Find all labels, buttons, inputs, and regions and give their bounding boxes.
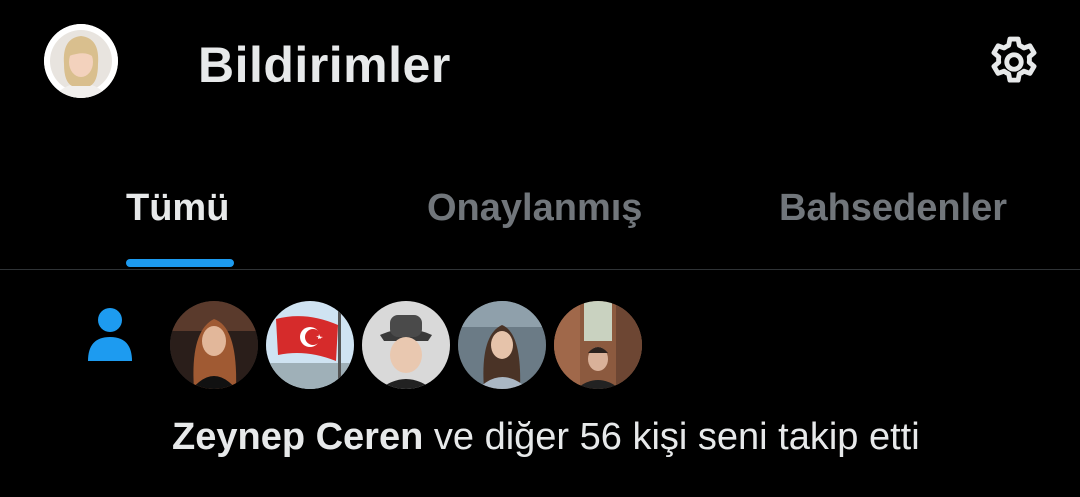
active-tab-indicator xyxy=(126,259,234,267)
profile-avatar[interactable] xyxy=(44,24,118,98)
tab-bar: Tümü Onaylanmış Bahsedenler xyxy=(0,170,1080,270)
header: Bildirimler xyxy=(0,0,1080,130)
tab-verified[interactable]: Onaylanmış xyxy=(427,186,642,230)
follower-name[interactable]: Zeynep Ceren xyxy=(172,416,423,458)
tab-all[interactable]: Tümü xyxy=(126,186,229,230)
profile-avatar-image xyxy=(44,24,118,98)
notifications-page: Bildirimler Tümü Onaylanmış Bahsedenler xyxy=(0,0,1080,497)
avatar-man-street[interactable] xyxy=(554,301,642,389)
notification-message: ve diğer 56 kişi seni takip etti xyxy=(433,416,920,458)
avatar-woman-red-hair[interactable] xyxy=(170,301,258,389)
gear-icon xyxy=(991,36,1037,83)
notification-text: Zeynep Ceren ve diğer 56 kişi seni takip… xyxy=(172,414,920,460)
person-icon xyxy=(88,308,132,361)
tab-mentions[interactable]: Bahsedenler xyxy=(779,186,1007,230)
avatar-boy-hat[interactable] xyxy=(362,301,450,389)
avatar-turkish-flag[interactable] xyxy=(266,301,354,389)
notification-item[interactable]: Zeynep Ceren ve diğer 56 kişi seni takip… xyxy=(0,270,1080,497)
avatar-woman-car[interactable] xyxy=(458,301,546,389)
settings-button[interactable] xyxy=(984,32,1044,92)
page-title: Bildirimler xyxy=(198,37,451,93)
